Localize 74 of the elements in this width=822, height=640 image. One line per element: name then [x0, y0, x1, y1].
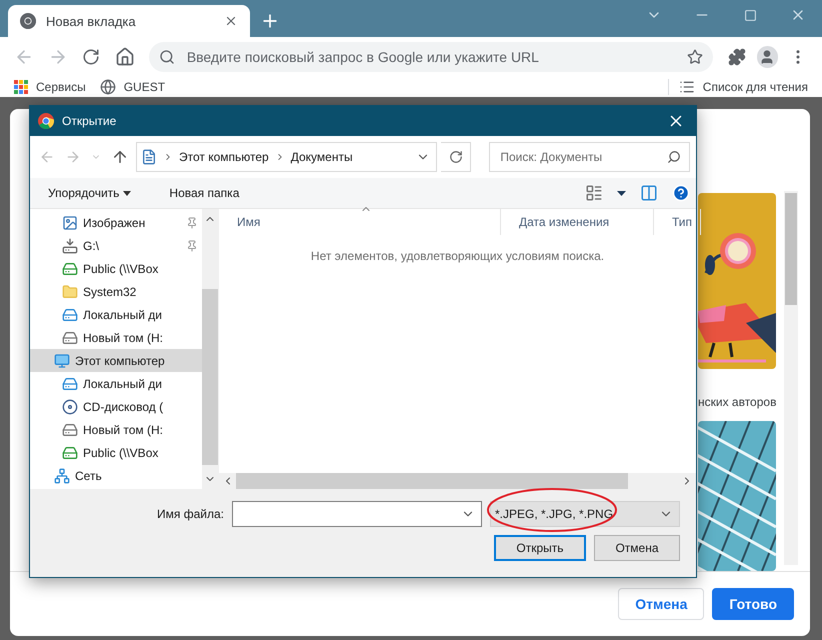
nav-item[interactable]: CD-дисковод (: [30, 395, 202, 418]
apps-icon: [14, 80, 28, 94]
nav-item[interactable]: Этот компьютер: [30, 349, 202, 372]
search-icon: [158, 48, 175, 65]
nav-item[interactable]: System32: [30, 280, 202, 303]
new-folder-button[interactable]: Новая папка: [163, 186, 246, 200]
cancel-button[interactable]: Отмена: [618, 588, 704, 620]
nav-item[interactable]: Сеть: [30, 464, 202, 487]
nav-item[interactable]: Новый том (H:: [30, 418, 202, 441]
nav-item[interactable]: Локальный ди: [30, 372, 202, 395]
caret-icon: [123, 190, 132, 196]
chrome-icon: [20, 13, 36, 30]
search-field[interactable]: Поиск: Документы: [489, 142, 690, 172]
network-drive-icon: [62, 260, 78, 276]
browser-tab[interactable]: Новая вкладка: [8, 5, 250, 38]
empty-message: Нет элементов, удовлетворяющих условиям поиска.: [310, 249, 604, 263]
computer-icon: [54, 352, 70, 368]
list-icon: [678, 78, 695, 95]
folder-icon: [62, 284, 78, 300]
view-icon[interactable]: [585, 184, 603, 202]
nav-item[interactable]: Изображен: [30, 211, 202, 234]
card-caption: нских авторов: [698, 394, 778, 411]
nav-item[interactable]: Public (\\VBox: [30, 257, 202, 280]
scrollbar[interactable]: [202, 209, 218, 489]
disc-icon: [62, 398, 78, 414]
column-header[interactable]: Дата изменения: [501, 209, 654, 235]
reading-list[interactable]: Список для чтения: [668, 78, 808, 95]
bookmark[interactable]: GUEST: [100, 78, 166, 95]
cancel-button[interactable]: Отмена: [594, 535, 680, 561]
column-header[interactable]: Имя: [219, 209, 501, 235]
bookmark[interactable]: Сервисы: [14, 80, 86, 94]
organize-menu[interactable]: Упорядочить: [42, 186, 138, 200]
file-name-field[interactable]: [232, 501, 482, 527]
help-icon[interactable]: [672, 184, 690, 202]
system-drive-icon: [62, 306, 78, 322]
search-icon: [667, 150, 681, 164]
document-icon: [141, 149, 157, 165]
done-button[interactable]: Готово: [712, 588, 794, 620]
avatar[interactable]: [756, 46, 778, 68]
nav-item[interactable]: Локальный ди: [30, 303, 202, 326]
scrollbar[interactable]: [784, 191, 798, 565]
column-header[interactable]: Тип: [654, 209, 702, 235]
scrollbar[interactable]: [219, 473, 696, 489]
globe-icon: [100, 78, 116, 95]
open-button[interactable]: Открыть: [494, 535, 586, 561]
nav-item[interactable]: G:\: [30, 234, 202, 257]
star-icon[interactable]: [686, 48, 703, 65]
system-drive-icon: [62, 376, 78, 392]
home-icon[interactable]: [114, 46, 135, 67]
address-input[interactable]: Введите поисковый запрос в Google или укажите URL: [184, 48, 677, 66]
network-icon: [54, 468, 70, 484]
file-type-dropdown[interactable]: *.JPEG, *.JPG, *.PNG: [490, 501, 680, 527]
breadcrumb[interactable]: Этот компьютер: [179, 150, 269, 164]
maximize-icon[interactable]: [744, 8, 756, 22]
refresh-icon: [448, 150, 463, 164]
breadcrumb[interactable]: Документы: [290, 150, 353, 164]
dialog-title: Открытие: [62, 114, 116, 128]
pictures-icon: [62, 214, 78, 230]
drive-icon: [62, 238, 78, 254]
drive-icon: [62, 330, 78, 346]
network-drive-icon: [62, 444, 78, 460]
address-bar[interactable]: Введите поисковый запрос в Google или укажите URL: [148, 42, 713, 72]
puzzle-icon[interactable]: [728, 48, 746, 66]
caret-icon[interactable]: [617, 190, 626, 196]
nav-item[interactable]: Новый том (H:: [30, 326, 202, 349]
file-name-label: Имя файла:: [157, 507, 224, 521]
reload-icon[interactable]: [82, 48, 100, 66]
chrome-icon: [38, 113, 54, 129]
preview-pane-icon[interactable]: [640, 184, 658, 202]
up-icon[interactable]: [111, 148, 129, 166]
refresh-button[interactable]: [441, 142, 472, 172]
address-field[interactable]: Этот компьютер Документы: [136, 142, 438, 172]
drive-icon: [62, 422, 78, 438]
nav-item[interactable]: Public (\\VBox: [30, 441, 202, 464]
